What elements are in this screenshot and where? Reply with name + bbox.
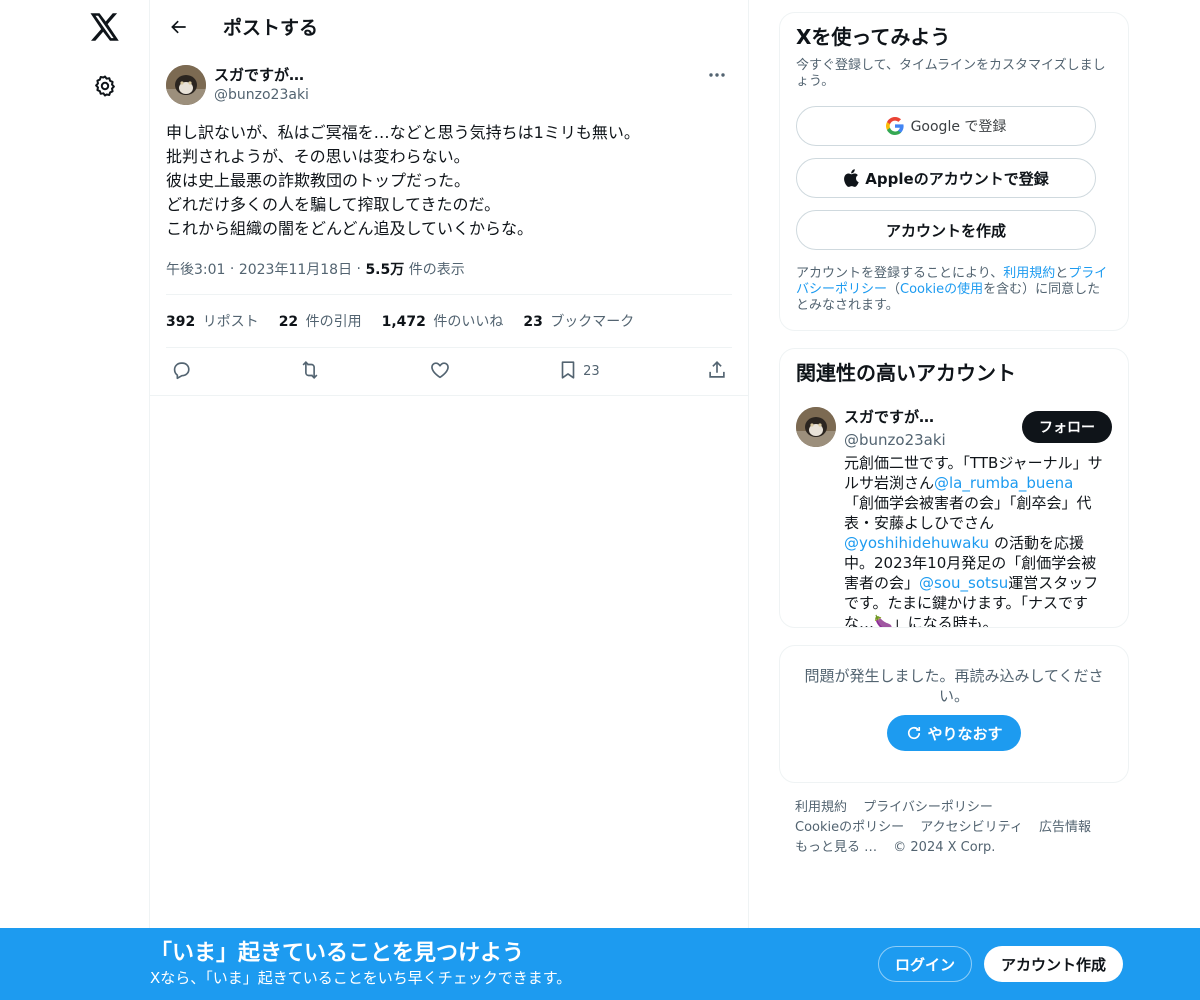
- follow-button[interactable]: フォロー: [1022, 411, 1112, 443]
- post-meta: 午後3:01 · 2023年11月18日 · 5.5万 件の表示: [166, 255, 732, 295]
- repost-icon: [298, 359, 322, 385]
- terms-link[interactable]: 利用規約: [1003, 266, 1055, 281]
- signup-legal: アカウントを登録することにより、利用規約とプライバシーポリシー（Cookieの使…: [796, 266, 1112, 314]
- related-account-bio: 元創価二世です。「TTBジャーナル」サルサ岩渕さん@la_rumba_buena…: [844, 454, 1103, 628]
- create-account-label: アカウントを作成: [885, 221, 1006, 240]
- signup-title: Xを使ってみよう: [796, 25, 951, 49]
- footer-more-link[interactable]: もっと見る …: [795, 840, 877, 855]
- like-button[interactable]: [429, 357, 451, 387]
- apple-signup-label: Appleのアカウントで登録: [865, 169, 1049, 188]
- bookmark-count: 23: [583, 364, 600, 379]
- bookmarks-stat[interactable]: 23 ブックマーク: [523, 311, 634, 331]
- main-column: ポストする スガですが… @bunzo23aki 申し訳ないが、私はご冥福を…な…: [149, 0, 749, 1000]
- mention-link[interactable]: @yoshihidehuwaku: [844, 534, 989, 552]
- heart-icon: [429, 359, 451, 385]
- avatar[interactable]: [796, 407, 836, 447]
- create-account-button[interactable]: アカウントを作成: [796, 210, 1096, 250]
- post-date[interactable]: 2023年11月18日: [239, 259, 352, 279]
- footer-copyright: © 2024 X Corp.: [893, 840, 996, 855]
- footer-accessibility-link[interactable]: アクセシビリティ: [920, 820, 1023, 835]
- meta-separator: ·: [225, 260, 239, 277]
- right-sidebar: Xを使ってみよう 今すぐ登録して、タイムラインをカスタマイズしましょう。 Goo…: [779, 12, 1129, 858]
- post-header: スガですが… @bunzo23aki: [166, 65, 732, 105]
- cookie-link[interactable]: Cookieの使用: [900, 282, 983, 297]
- retry-label: やりなおす: [927, 724, 1003, 743]
- post-actions: 23: [166, 348, 732, 395]
- left-nav: [0, 0, 150, 1000]
- back-arrow-icon[interactable]: [164, 12, 194, 42]
- footer-terms-link[interactable]: 利用規約: [795, 800, 847, 815]
- mention-link[interactable]: @sou_sotsu: [919, 574, 1008, 592]
- banner-title: 「いま」起きていることを見つけよう: [150, 941, 525, 966]
- reposts-stat[interactable]: 392 リポスト: [166, 311, 259, 331]
- post-handle[interactable]: @bunzo23aki: [214, 85, 309, 105]
- apple-signup-button[interactable]: Appleのアカウントで登録: [796, 158, 1096, 198]
- more-options-icon[interactable]: [702, 65, 732, 85]
- related-accounts-card: 関連性の高いアカウント スガですが… @bunzo23aki 元創価二世です。「…: [779, 348, 1129, 628]
- error-card: 問題が発生しました。再読み込みしてください。 やりなおす: [779, 645, 1129, 783]
- google-signup-label: Google で登録: [910, 119, 1007, 135]
- bookmark-icon: [557, 359, 579, 385]
- banner-subtitle: Xなら、「いま」起きていることをいち早くチェックできます。: [150, 969, 572, 987]
- signup-card: Xを使ってみよう 今すぐ登録して、タイムラインをカスタマイズしましょう。 Goo…: [779, 12, 1129, 331]
- signup-button[interactable]: アカウント作成: [984, 946, 1123, 982]
- repost-button[interactable]: [298, 357, 322, 387]
- bottom-signup-banner: 「いま」起きていることを見つけよう Xなら、「いま」起きていることをいち早くチェ…: [0, 928, 1200, 1000]
- meta-separator: ·: [352, 260, 366, 277]
- quotes-stat[interactable]: 22 件の引用: [279, 311, 362, 331]
- related-account[interactable]: スガですが… @bunzo23aki 元創価二世です。「TTBジャーナル」サルサ…: [796, 407, 1112, 628]
- post-display-name[interactable]: スガですが…: [214, 65, 309, 85]
- gear-icon[interactable]: [89, 70, 121, 102]
- footer-privacy-link[interactable]: プライバシーポリシー: [863, 800, 993, 815]
- footer-ads-link[interactable]: 広告情報: [1039, 820, 1091, 835]
- apple-icon: [843, 169, 859, 187]
- post-time[interactable]: 午後3:01: [166, 259, 225, 279]
- mention-link[interactable]: @la_rumba_buena: [934, 474, 1073, 492]
- footer: 利用規約 プライバシーポリシー Cookieのポリシー アクセシビリティ 広告情…: [779, 798, 1129, 858]
- google-signup-button[interactable]: Google で登録: [796, 106, 1096, 146]
- refresh-icon: [905, 724, 923, 742]
- related-title: 関連性の高いアカウント: [796, 361, 1016, 385]
- retry-button[interactable]: やりなおす: [887, 715, 1021, 751]
- post-stats: 392 リポスト 22 件の引用 1,472 件のいいね 23 ブックマーク: [166, 295, 732, 348]
- bookmark-button[interactable]: 23: [557, 357, 600, 387]
- likes-stat[interactable]: 1,472 件のいいね: [382, 311, 504, 331]
- divider: [150, 395, 748, 396]
- share-icon: [706, 359, 728, 385]
- views-count: 5.5万: [365, 261, 405, 278]
- views-label: 件の表示: [408, 261, 465, 278]
- signup-subtitle: 今すぐ登録して、タイムラインをカスタマイズしましょう。: [796, 58, 1106, 89]
- footer-cookie-link[interactable]: Cookieのポリシー: [795, 820, 904, 835]
- page-title: ポストする: [223, 17, 319, 39]
- error-message: 問題が発生しました。再読み込みしてください。: [804, 667, 1104, 705]
- share-button[interactable]: [706, 357, 728, 387]
- post: スガですが… @bunzo23aki 申し訳ないが、私はご冥福を…などと思う気持…: [150, 53, 748, 396]
- post-text: 申し訳ないが、私はご冥福を…などと思う気持ちは1ミリも無い。 批判されようが、そ…: [166, 123, 640, 238]
- legal-text: （: [887, 282, 901, 297]
- login-button[interactable]: ログイン: [878, 946, 972, 982]
- reply-icon: [170, 359, 192, 385]
- legal-text: と: [1055, 266, 1069, 281]
- top-bar: ポストする: [150, 0, 748, 53]
- legal-text: アカウントを登録することにより、: [796, 266, 1004, 281]
- avatar[interactable]: [166, 65, 206, 105]
- google-icon: [885, 117, 904, 135]
- x-logo-icon[interactable]: [88, 10, 122, 44]
- reply-button[interactable]: [170, 357, 192, 387]
